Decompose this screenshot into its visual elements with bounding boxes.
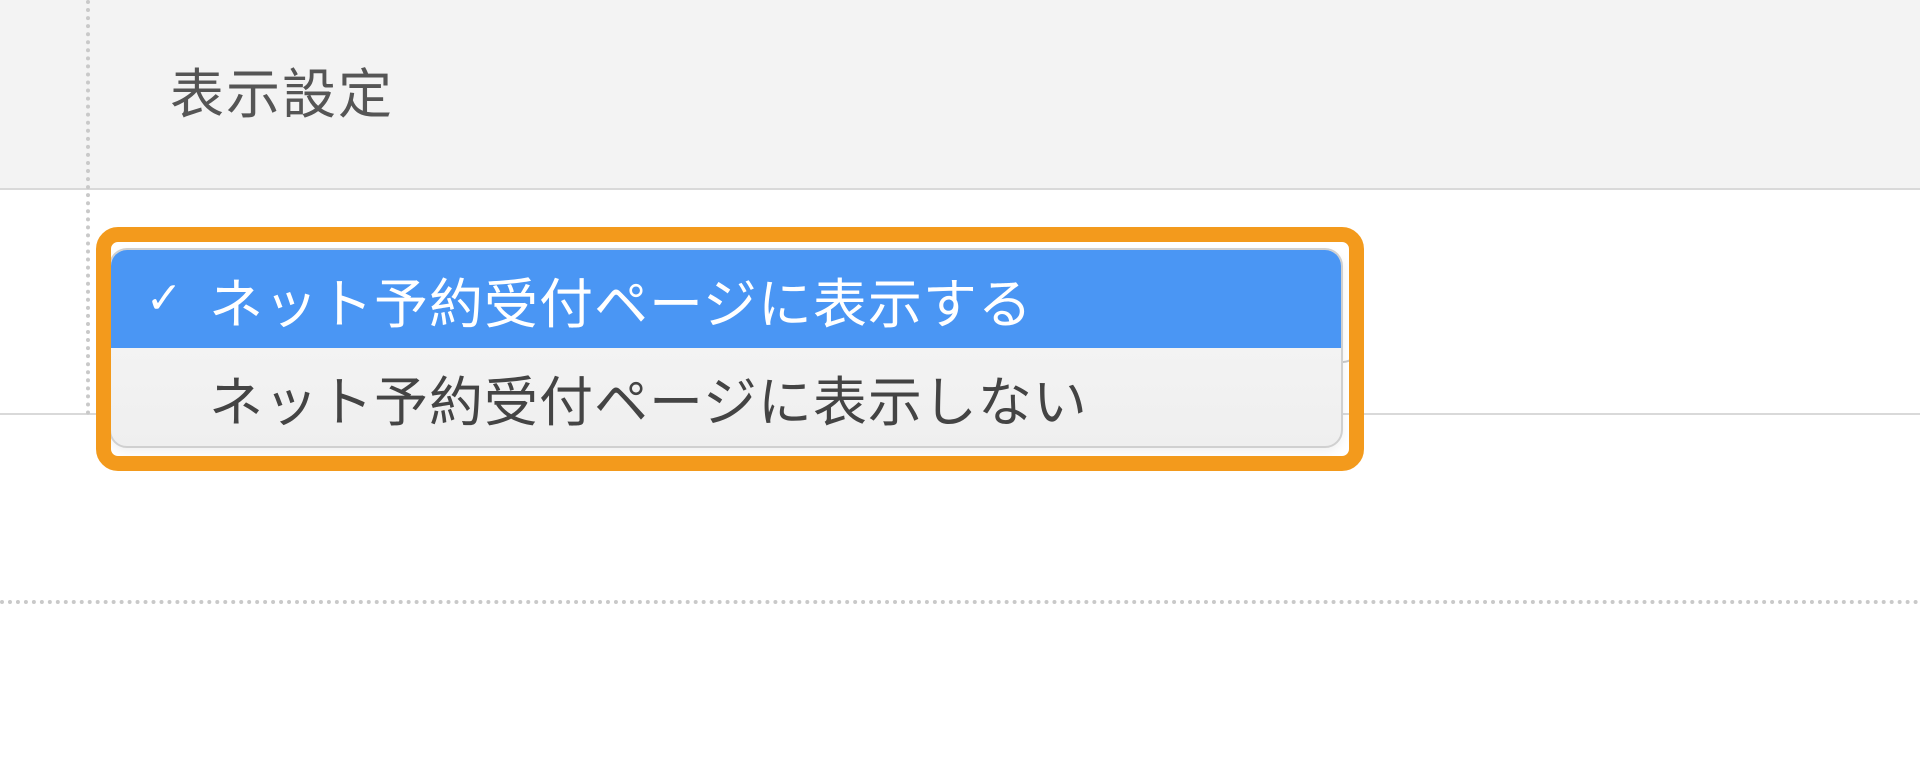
table-header-band: 表示設定 (0, 0, 1920, 190)
dropdown-option-hide[interactable]: ✓ ネット予約受付ページに表示しない (111, 348, 1341, 446)
table-vertical-guide (86, 0, 90, 415)
table-horizontal-guide (0, 600, 1920, 604)
dropdown-option-label: ネット予約受付ページに表示しない (209, 358, 1088, 437)
dropdown-option-label: ネット予約受付ページに表示する (209, 260, 1033, 339)
display-settings-label: 表示設定 (170, 50, 394, 129)
display-settings-dropdown[interactable]: ✓ ネット予約受付ページに表示する ✓ ネット予約受付ページに表示しない (109, 248, 1343, 448)
dropdown-option-show[interactable]: ✓ ネット予約受付ページに表示する (111, 250, 1341, 348)
check-icon: ✓ (141, 277, 187, 321)
